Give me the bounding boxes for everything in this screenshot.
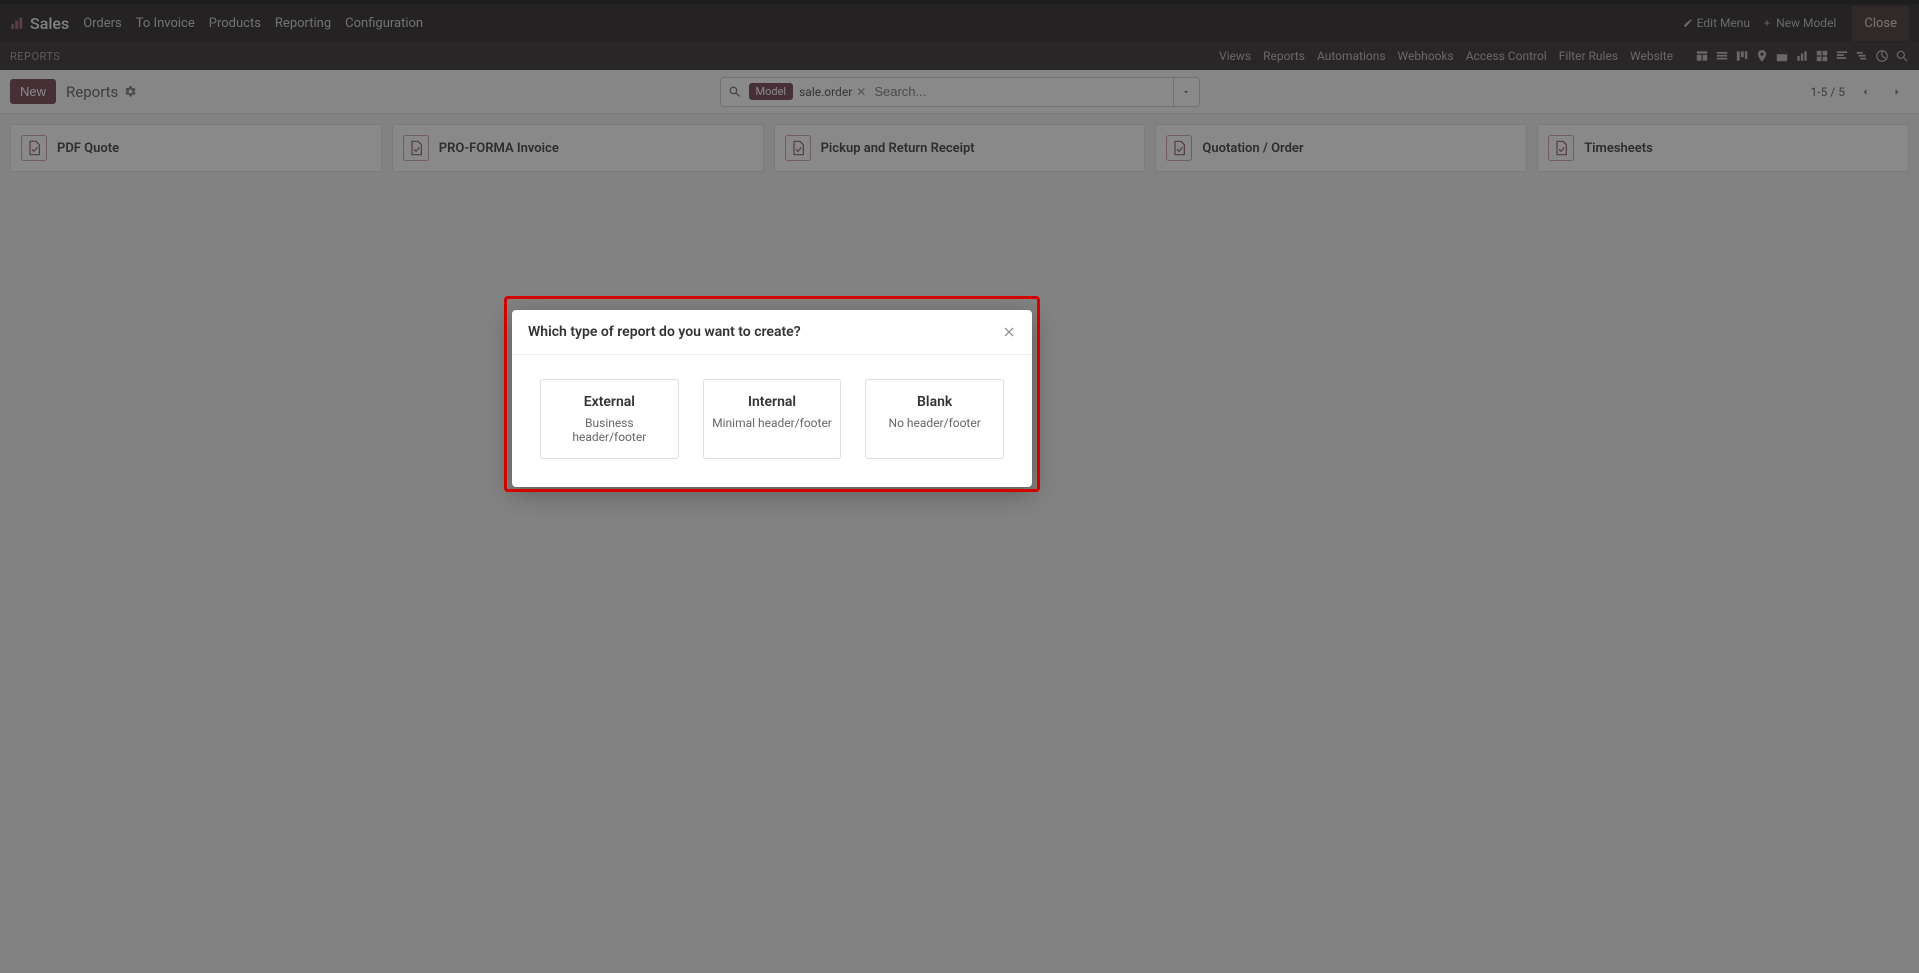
close-icon <box>1002 325 1016 339</box>
modal-title: Which type of report do you want to crea… <box>528 324 801 340</box>
option-desc: No header/footer <box>874 416 995 430</box>
report-type-blank[interactable]: Blank No header/footer <box>865 379 1004 459</box>
option-title: Blank <box>874 394 995 410</box>
option-title: Internal <box>712 394 833 410</box>
modal-close-button[interactable] <box>1002 325 1016 339</box>
report-type-internal[interactable]: Internal Minimal header/footer <box>703 379 842 459</box>
option-desc: Business header/footer <box>549 416 670 444</box>
create-report-modal: Which type of report do you want to crea… <box>512 310 1032 487</box>
option-desc: Minimal header/footer <box>712 416 833 430</box>
report-type-external[interactable]: External Business header/footer <box>540 379 679 459</box>
option-title: External <box>549 394 670 410</box>
